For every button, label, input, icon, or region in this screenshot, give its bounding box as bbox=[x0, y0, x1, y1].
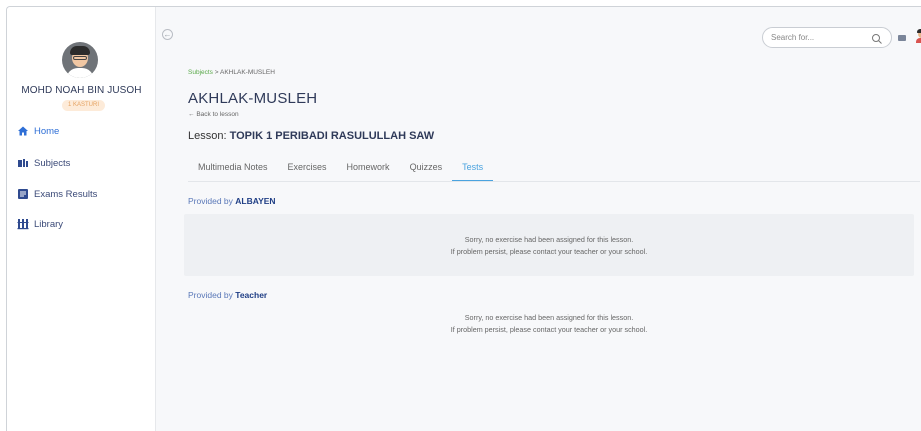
breadcrumb-separator: > bbox=[214, 69, 219, 76]
tab-homework[interactable]: Homework bbox=[337, 157, 400, 181]
empty-state-panel-albayen: Sorry, no exercise had been assigned for… bbox=[184, 214, 914, 276]
tab-multimedia-notes[interactable]: Multimedia Notes bbox=[188, 157, 278, 181]
lesson-title: Lesson: TOPIK 1 PERIBADI RASULULLAH SAW bbox=[188, 130, 434, 142]
header-avatar[interactable] bbox=[916, 29, 921, 43]
tab-tests[interactable]: Tests bbox=[452, 157, 494, 181]
sidebar: MOHD NOAH BIN JUSOH 1 KASTURI Home Subje… bbox=[7, 7, 156, 431]
sidebar-item-exams-results[interactable]: Exams Results bbox=[17, 186, 97, 202]
lesson-tabs: Multimedia Notes Exercises Homework Quiz… bbox=[188, 157, 494, 181]
avatar[interactable] bbox=[62, 42, 98, 78]
search-icon[interactable] bbox=[871, 32, 883, 44]
search-box bbox=[762, 27, 892, 48]
back-link-label: Back to lesson bbox=[196, 111, 239, 118]
tab-quizzes[interactable]: Quizzes bbox=[400, 157, 453, 181]
user-class-badge: 1 KASTURI bbox=[62, 100, 106, 111]
sidebar-item-label: Exams Results bbox=[34, 188, 98, 200]
empty-message-line2: If problem persist, please contact your … bbox=[450, 325, 648, 334]
provider-label-albayen: Provided by ALBAYEN bbox=[188, 196, 276, 206]
provider-label-teacher: Provided by Teacher bbox=[188, 290, 267, 300]
user-name: MOHD NOAH BIN JUSOH bbox=[21, 85, 142, 96]
sidebar-item-label: Subjects bbox=[34, 157, 71, 169]
tab-exercises[interactable]: Exercises bbox=[278, 157, 337, 181]
provider-name: ALBAYEN bbox=[235, 196, 276, 206]
exam-results-icon bbox=[17, 188, 29, 200]
breadcrumb-current: AKHLAK-MUSLEH bbox=[220, 69, 275, 76]
provided-by-text: Provided by bbox=[188, 196, 233, 206]
home-icon bbox=[17, 125, 29, 137]
page-title: AKHLAK-MUSLEH bbox=[188, 90, 318, 107]
subjects-icon bbox=[17, 157, 29, 169]
collapse-sidebar-button[interactable]: ← bbox=[162, 29, 173, 40]
back-to-lesson-link[interactable]: ← Back to lesson bbox=[188, 111, 239, 118]
arrow-left-icon: ← bbox=[163, 30, 172, 39]
lesson-prefix: Lesson: bbox=[188, 130, 227, 142]
sidebar-item-home[interactable]: Home bbox=[17, 123, 59, 139]
chat-icon[interactable] bbox=[898, 35, 906, 41]
provider-name: Teacher bbox=[235, 290, 268, 300]
sidebar-item-label: Library bbox=[34, 218, 64, 230]
empty-state-panel-teacher: Sorry, no exercise had been assigned for… bbox=[184, 305, 914, 355]
tabs-divider bbox=[188, 181, 920, 182]
library-icon bbox=[17, 218, 29, 230]
empty-message-line1: Sorry, no exercise had been assigned for… bbox=[464, 235, 634, 244]
empty-message-line2: If problem persist, please contact your … bbox=[450, 247, 648, 256]
sidebar-item-library[interactable]: Library bbox=[17, 216, 63, 232]
app-window: MOHD NOAH BIN JUSOH 1 KASTURI Home Subje… bbox=[6, 6, 921, 431]
arrow-left-icon: ← bbox=[188, 111, 195, 118]
lesson-name: TOPIK 1 PERIBADI RASULULLAH SAW bbox=[229, 130, 435, 142]
search-input[interactable] bbox=[771, 33, 863, 42]
breadcrumb: Subjects > AKHLAK-MUSLEH bbox=[188, 69, 275, 76]
sidebar-item-label: Home bbox=[34, 125, 60, 137]
empty-message-line1: Sorry, no exercise had been assigned for… bbox=[464, 313, 634, 322]
sidebar-item-subjects[interactable]: Subjects bbox=[17, 155, 70, 171]
breadcrumb-subjects-link[interactable]: Subjects bbox=[188, 69, 213, 76]
provided-by-text: Provided by bbox=[188, 290, 233, 300]
